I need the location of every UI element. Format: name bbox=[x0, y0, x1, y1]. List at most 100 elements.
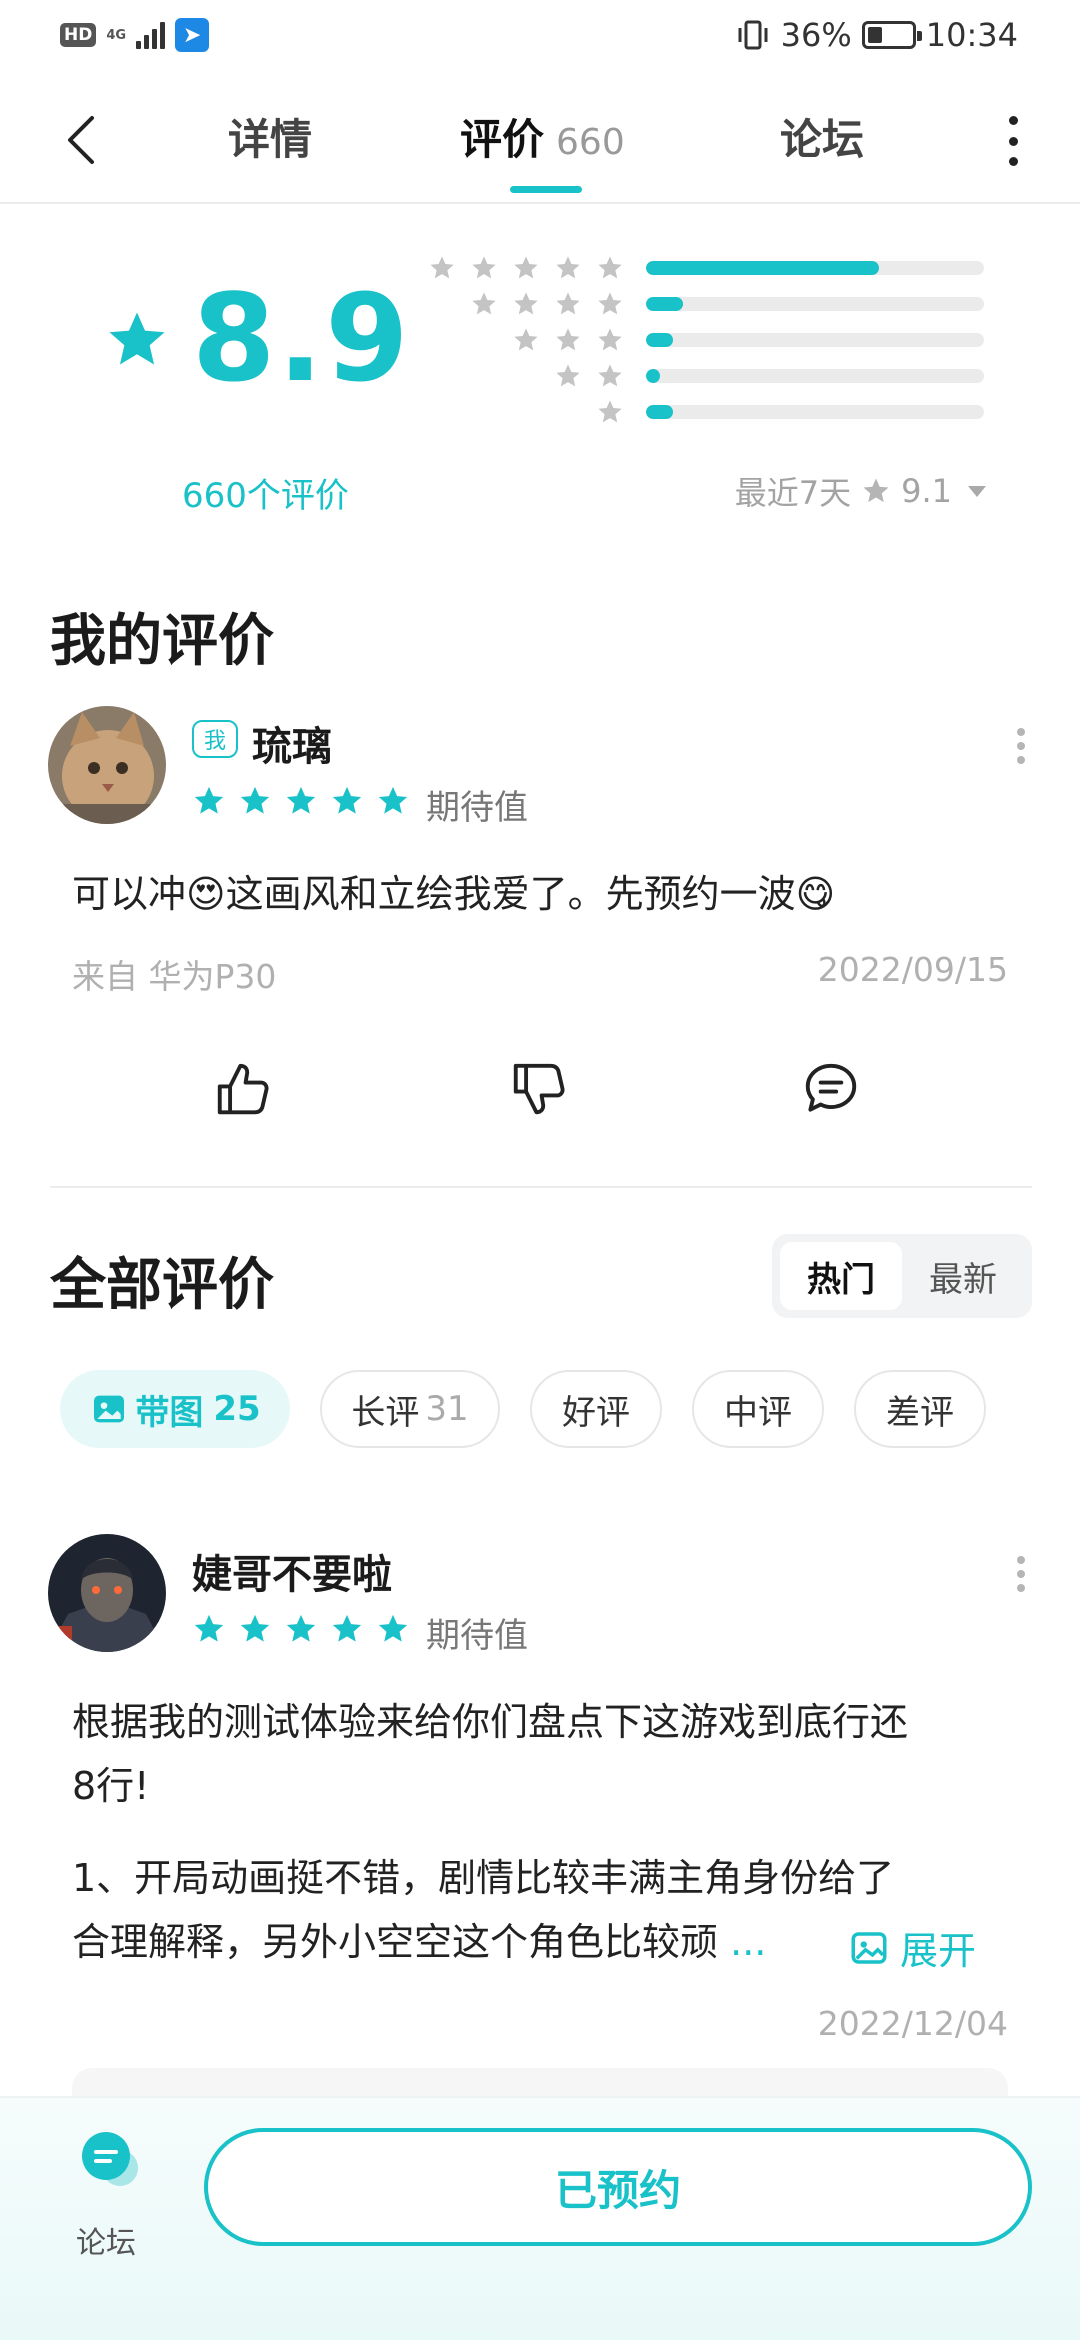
distribution-row bbox=[430, 286, 990, 322]
filter-with-images[interactable]: 带图 25 bbox=[60, 1370, 290, 1448]
signal-icon bbox=[136, 21, 166, 49]
star-icon bbox=[240, 1614, 270, 1642]
forum-icon[interactable] bbox=[76, 2128, 144, 2192]
star-icon bbox=[598, 400, 622, 423]
tab-review[interactable]: 评价 660 bbox=[460, 106, 625, 167]
review-line: 根据我的测试体验来给你们盘点下这游戏到底行还 bbox=[72, 1700, 909, 1744]
all-reviews-title: 全部评价 bbox=[50, 1253, 274, 1318]
review-device: 来自 华为P30 bbox=[72, 957, 277, 996]
star-icon bbox=[514, 256, 538, 279]
filter-label: 好评 bbox=[562, 1392, 630, 1433]
distribution-stars bbox=[428, 254, 624, 282]
star-icon bbox=[194, 1614, 224, 1642]
star-icon bbox=[556, 364, 580, 387]
distribution-bar-track bbox=[646, 333, 984, 347]
star-icon bbox=[286, 1614, 316, 1642]
star-icon bbox=[863, 478, 889, 503]
recent-rating-filter[interactable]: 最近7天 9.1 bbox=[735, 468, 986, 514]
star-icon bbox=[240, 786, 270, 814]
filter-label: 差评 bbox=[886, 1392, 954, 1433]
distribution-bar-fill bbox=[646, 261, 880, 275]
filter-positive[interactable]: 好评 bbox=[530, 1370, 662, 1448]
expectation-tag: 期待值 bbox=[426, 788, 528, 828]
star-icon bbox=[378, 1614, 408, 1642]
distribution-bar-track bbox=[646, 405, 984, 419]
sort-switch: 热门 最新 bbox=[772, 1234, 1032, 1318]
review-actions bbox=[0, 1058, 1080, 1128]
distribution-stars bbox=[554, 362, 624, 390]
tab-review-label: 评价 bbox=[460, 115, 545, 164]
review-date: 2022/12/04 bbox=[817, 2004, 1008, 2043]
reserved-button[interactable]: 已预约 bbox=[204, 2128, 1032, 2246]
filter-count: 25 bbox=[213, 1389, 261, 1429]
top-nav: 详情 评价 660 论坛 bbox=[0, 76, 1080, 204]
review-line: 合理解释，另外小空空这个角色比较顽 bbox=[72, 1920, 719, 1964]
star-icon bbox=[194, 786, 224, 814]
overall-score: 8.9 bbox=[104, 270, 411, 409]
network-type: 4G bbox=[106, 27, 127, 43]
star-icon bbox=[109, 312, 165, 364]
distribution-stars bbox=[512, 326, 624, 354]
sort-new-button[interactable]: 最新 bbox=[902, 1242, 1024, 1310]
star-icon bbox=[472, 292, 496, 315]
expand-button[interactable]: 展开 bbox=[848, 1920, 976, 1975]
star-icon bbox=[378, 786, 408, 814]
back-arrow-icon[interactable] bbox=[62, 112, 106, 168]
hd-indicator: HD bbox=[60, 23, 97, 47]
distribution-bar-track bbox=[646, 261, 984, 275]
star-icon bbox=[598, 364, 622, 387]
filter-long-review[interactable]: 长评 31 bbox=[320, 1370, 500, 1448]
more-options-icon[interactable] bbox=[1008, 116, 1018, 166]
distribution-bar-fill bbox=[646, 405, 674, 419]
forum-label[interactable]: 论坛 bbox=[76, 2218, 136, 2262]
tab-review-count: 660 bbox=[556, 122, 625, 163]
my-username: 琉璃 bbox=[252, 724, 332, 770]
star-icon bbox=[556, 328, 580, 351]
rating-distribution bbox=[430, 250, 990, 430]
active-tab-indicator bbox=[510, 186, 582, 193]
my-review-text: 可以冲😍这画风和立绘我爱了。先预约一波😋 bbox=[72, 872, 836, 916]
review-line: 1、开局动画挺不错，剧情比较丰满主角身份给了 bbox=[72, 1856, 895, 1900]
avatar[interactable] bbox=[48, 1534, 166, 1652]
recent-score: 9.1 bbox=[901, 472, 952, 510]
tab-forum-label: 论坛 bbox=[780, 115, 865, 164]
star-icon bbox=[556, 256, 580, 279]
star-icon bbox=[472, 256, 496, 279]
chevron-down-icon bbox=[968, 485, 986, 497]
distribution-stars bbox=[470, 290, 624, 318]
avatar[interactable] bbox=[48, 706, 166, 824]
filter-label: 带图 bbox=[135, 1392, 204, 1433]
image-icon bbox=[851, 1931, 887, 1964]
battery-percent: 36% bbox=[780, 16, 852, 54]
star-icon bbox=[514, 292, 538, 315]
thumbs-down-icon[interactable] bbox=[508, 1058, 570, 1120]
my-review-more-icon[interactable] bbox=[1016, 728, 1026, 764]
expand-label: 展开 bbox=[900, 1929, 977, 1973]
bottom-bar: 论坛 已预约 bbox=[0, 2096, 1080, 2340]
filter-label: 长评 bbox=[351, 1392, 420, 1433]
tab-detail[interactable]: 详情 bbox=[228, 106, 312, 167]
image-icon bbox=[94, 1395, 125, 1423]
tab-forum[interactable]: 论坛 bbox=[780, 106, 864, 167]
distribution-bar-fill bbox=[646, 333, 674, 347]
review-username[interactable]: 婕哥不要啦 bbox=[192, 1542, 392, 1600]
review-date: 2022/09/15 bbox=[817, 950, 1008, 989]
ellipsis: ... bbox=[730, 1920, 767, 1964]
star-icon bbox=[598, 292, 622, 315]
clock: 10:34 bbox=[925, 16, 1018, 54]
thumbs-up-icon[interactable] bbox=[212, 1058, 274, 1120]
review-text[interactable]: 根据我的测试体验来给你们盘点下这游戏到底行还 8行! 1、开局动画挺不错，剧情比… bbox=[72, 1690, 908, 1974]
distribution-row bbox=[430, 250, 990, 286]
filter-label: 中评 bbox=[724, 1392, 792, 1433]
star-icon bbox=[286, 786, 316, 814]
rating-count-link[interactable]: 660个评价 bbox=[182, 468, 349, 517]
filter-neutral[interactable]: 中评 bbox=[692, 1370, 824, 1448]
distribution-bar-fill bbox=[646, 369, 660, 383]
distribution-stars bbox=[596, 398, 624, 426]
review-line: 8行! bbox=[72, 1764, 150, 1808]
sort-hot-button[interactable]: 热门 bbox=[780, 1242, 902, 1310]
comment-icon[interactable] bbox=[800, 1058, 862, 1120]
score-value: 8.9 bbox=[192, 270, 411, 409]
filter-negative[interactable]: 差评 bbox=[854, 1370, 986, 1448]
review-more-icon[interactable] bbox=[1016, 1556, 1026, 1592]
